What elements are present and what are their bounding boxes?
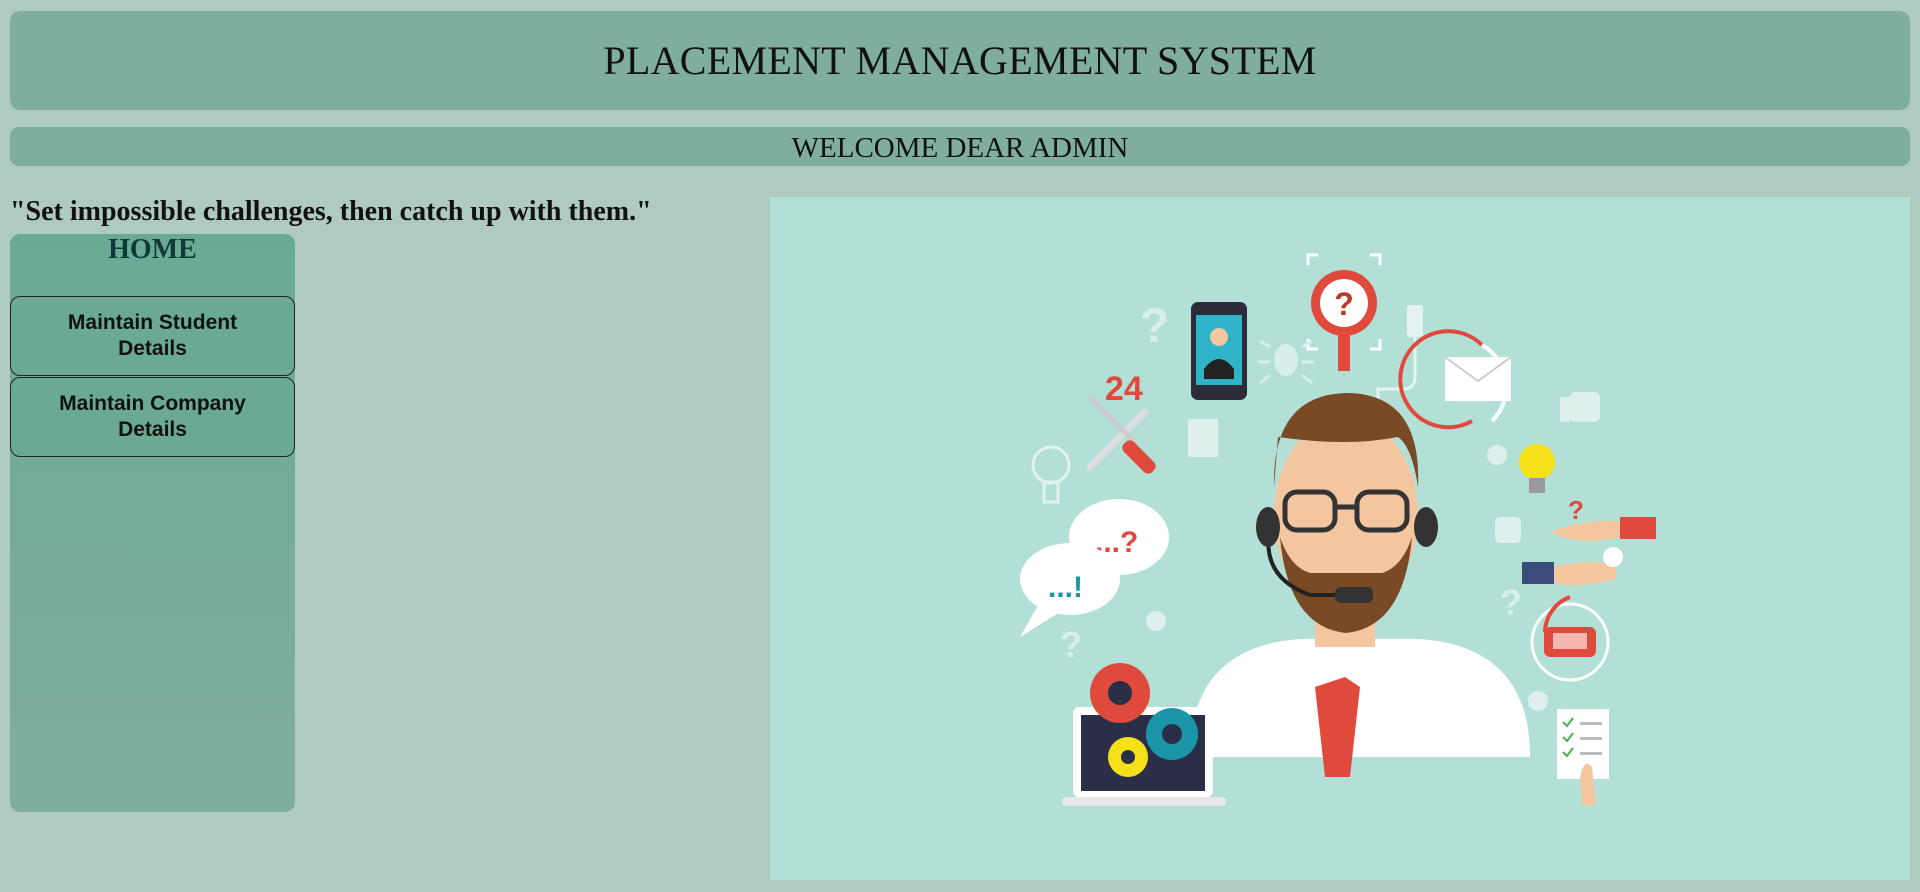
sidebar: HOME Maintain Student Details Maintain C… — [10, 234, 295, 812]
question-mark-icon: ? — [1500, 582, 1522, 623]
wrench-screwdriver-icon — [1086, 395, 1156, 474]
maintain-student-details-button[interactable]: Maintain Student Details — [10, 296, 295, 376]
checklist-icon — [1557, 709, 1609, 805]
maintain-company-details-button[interactable]: Maintain Company Details — [10, 377, 295, 457]
hand-question-icon: ? — [1550, 495, 1656, 541]
maintain-student-details-label: Maintain Student Details — [67, 311, 238, 360]
welcome-text: WELCOME DEAR ADMIN — [791, 132, 1129, 164]
support-agent-figure — [1190, 393, 1530, 777]
support-agent-image: ? 24 ? ? ? ...? ...! ? — [1020, 253, 1656, 806]
app-header: PLACEMENT MANAGEMENT SYSTEM — [10, 11, 1910, 110]
speech-bubble-icon: ...? ...! — [1020, 499, 1169, 637]
document-icon — [1188, 419, 1218, 457]
laptop-gears-icon — [1062, 663, 1226, 806]
magnifier-question-icon: ? — [1306, 253, 1382, 371]
welcome-banner: WELCOME DEAR ADMIN — [10, 127, 1910, 166]
thumbs-up-icon — [1560, 392, 1600, 422]
gear-icon — [1528, 691, 1548, 711]
smartphone-icon — [1191, 302, 1247, 400]
svg-text:?: ? — [1568, 495, 1584, 525]
customer-support-illustration: ? 24 ? ? ? ...? ...! ? — [770, 197, 1910, 880]
lightbulb-icon — [1519, 444, 1555, 493]
svg-text:?: ? — [1334, 286, 1354, 322]
bug-icon — [1258, 339, 1314, 385]
speech-bubble-exclaim: ...! — [1048, 571, 1083, 604]
question-mark-icon: ? — [1140, 300, 1169, 353]
sidebar-home-label[interactable]: HOME — [10, 234, 295, 266]
hand-gear-icon — [1522, 547, 1623, 586]
maintain-company-details-label: Maintain Company Details — [59, 392, 246, 441]
page-title: PLACEMENT MANAGEMENT SYSTEM — [603, 38, 1317, 83]
question-mark-icon: ? — [1060, 624, 1082, 665]
motivational-quote: "Set impossible challenges, then catch u… — [10, 196, 652, 227]
telephone-icon — [1530, 595, 1610, 682]
lightbulb-outline-icon — [1031, 445, 1071, 504]
gear-icon — [1146, 611, 1166, 631]
24-hours-label: 24 — [1105, 370, 1143, 408]
thumbs-up-icon — [1495, 517, 1521, 543]
email-cycle-icon — [1398, 329, 1512, 430]
gear-icon — [1487, 445, 1507, 465]
